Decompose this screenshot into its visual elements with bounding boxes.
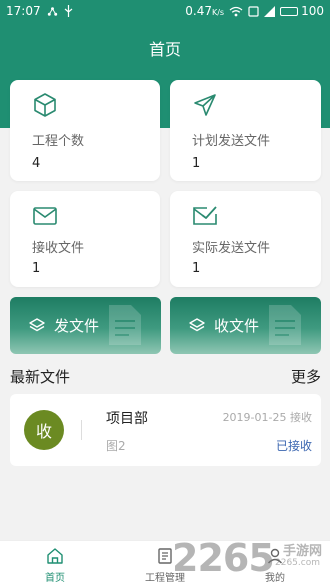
file-sender: 项目部 [106, 411, 148, 427]
file-type-badge: 收 [24, 410, 64, 450]
stat-label: 计划发送文件 [192, 134, 271, 149]
battery-indicator: 100 [280, 4, 324, 18]
cube-icon [34, 93, 56, 117]
tab-home[interactable]: 首页 [20, 541, 90, 586]
tab-label: 首页 [45, 573, 65, 584]
stat-value: 1 [32, 261, 41, 276]
send-file-label: 发文件 [54, 317, 100, 335]
stat-value: 4 [32, 156, 41, 171]
stat-card-planned-send[interactable]: 计划发送文件 1 [170, 80, 321, 181]
send-icon [194, 94, 216, 116]
section-title-latest-files: 最新文件 [10, 368, 71, 386]
status-bar: 17:07 0.47K/s 100 [0, 0, 330, 22]
watermark-domain: 2265.com [275, 558, 320, 568]
file-list-item[interactable]: 收 项目部 图2 2019-01-25 接收 已接收 [10, 394, 321, 466]
watermark-text: 手游网 [282, 544, 322, 559]
battery-level: 100 [301, 4, 324, 18]
site-watermark-logo: 2265 手游网 2265.com [172, 536, 322, 582]
stat-label: 实际发送文件 [192, 241, 271, 256]
divider [81, 420, 82, 440]
file-status: 已接收 [275, 439, 312, 453]
more-link[interactable]: 更多 [291, 366, 321, 387]
file-name: 图2 [106, 439, 126, 453]
document-watermark-icon [269, 305, 301, 345]
usb-icon [64, 5, 73, 17]
page-title: 首页 [148, 40, 181, 59]
home-icon [47, 548, 63, 564]
mail-check-icon [193, 206, 217, 225]
stat-value: 1 [192, 156, 201, 171]
signal-icon [264, 5, 276, 17]
status-time: 17:07 [6, 4, 41, 18]
wifi-icon [229, 6, 243, 17]
file-date: 2019-01-25 接收 [222, 411, 312, 424]
send-file-button[interactable]: 发文件 [10, 297, 161, 354]
receive-file-label: 收文件 [214, 317, 260, 335]
battery-icon [280, 6, 299, 16]
stat-value: 1 [192, 261, 201, 276]
stat-card-actual-send[interactable]: 实际发送文件 1 [170, 191, 321, 287]
layers-icon [29, 317, 45, 331]
share-icon [47, 6, 58, 17]
stat-card-projects[interactable]: 工程个数 4 [10, 80, 160, 181]
screen-rotation-icon [248, 5, 259, 17]
stat-card-received[interactable]: 接收文件 1 [10, 191, 160, 287]
receive-file-button[interactable]: 收文件 [170, 297, 321, 354]
network-speed: 0.47K/s [185, 4, 225, 18]
layers-icon [189, 317, 205, 331]
stat-label: 工程个数 [32, 134, 85, 149]
watermark-number: 2265 [172, 536, 275, 580]
stat-label: 接收文件 [32, 241, 85, 256]
mail-icon [33, 207, 57, 225]
document-watermark-icon [109, 305, 141, 345]
